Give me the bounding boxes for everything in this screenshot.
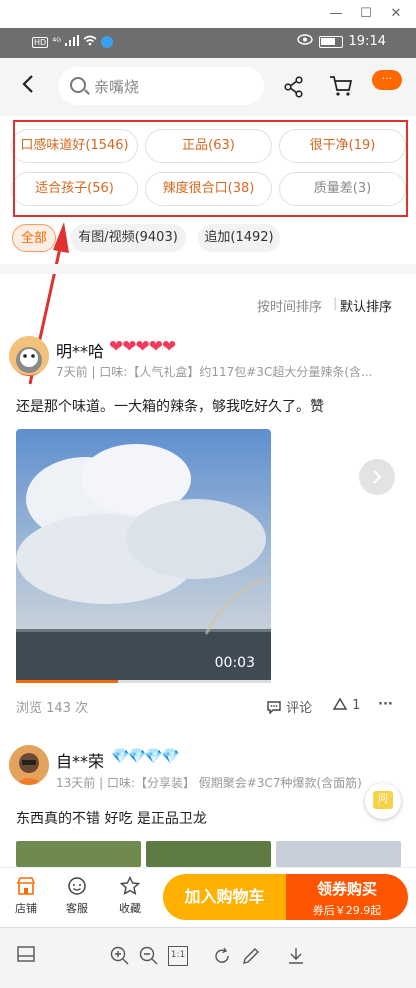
view-count: 浏览 143 次 [16,701,89,716]
actual-size-button[interactable]: 1:1 [168,946,188,966]
like-button[interactable]: 1 [332,697,360,713]
review-more-button[interactable]: ··· [378,697,393,712]
tag-authentic[interactable]: 正品(63) [145,129,272,163]
sort-options: 按时间排序 | 默认排序 [0,294,416,316]
review-video[interactable]: 00:03 [16,429,271,683]
top-navigation-bar: 亲嘴烧 ··· [0,58,416,116]
signal-icon: ⁴ᴳ [52,36,62,48]
like-icon [332,697,348,710]
status-time: 19:14 [348,34,386,49]
hd-network-badge: HD [32,36,49,48]
filter-follow-up[interactable]: 追加(1492) [198,224,280,252]
review-meta: 13天前 | 口味:【分享装】 假期聚会#3C7种爆款(含面筋) [56,776,362,790]
review-text: 还是那个味道。一大箱的辣条，够我吃好久了。赞 [16,399,324,415]
eye-icon [296,34,313,49]
photo-avatar-icon [9,745,49,785]
viewer-toolbar: 1:1 [0,927,416,988]
ask-icon: 问 [373,791,393,809]
filter-all[interactable]: 全部 [12,224,56,252]
tag-kid-friendly[interactable]: 适合孩子(56) [11,172,138,206]
app-notification-icon [101,36,114,48]
next-media-button[interactable] [359,459,395,495]
comment-label: 评论 [286,701,313,716]
search-input[interactable]: 亲嘴烧 [58,67,264,105]
customer-service-button[interactable]: 客服 [57,876,97,916]
buy-with-coupon-button[interactable]: 领券购买 券后￥29.9起 [286,874,408,920]
section-divider [0,264,416,274]
comment-button[interactable]: 评论 [266,697,312,716]
review-text: 东西真的不错 好吃 是正品卫龙 [16,811,207,827]
video-duration: 00:03 [214,655,255,671]
review-tag-cloud: 口感味道好(1546) 正品(63) 很干净(19) 适合孩子(56) 辣度很合… [0,116,416,224]
shop-label: 店铺 [15,902,37,915]
sort-by-time-button[interactable]: 按时间排序 [257,296,322,315]
maximize-icon[interactable]: ☐ [356,4,376,24]
review-photo[interactable] [16,841,141,867]
comment-icon [267,701,281,715]
tag-poor-quality[interactable]: 质量差(3) [279,172,406,206]
shop-icon [16,877,36,895]
review-photo[interactable] [146,841,271,867]
video-progress-bar [16,680,271,683]
more-menu-button[interactable]: ··· [372,70,402,90]
share-icon [284,76,303,98]
chevron-left-icon [22,75,33,93]
download-icon[interactable] [286,946,306,966]
like-count: 1 [352,698,361,713]
close-icon[interactable]: ✕ [386,4,406,24]
shop-button[interactable]: 店铺 [6,876,46,916]
video-thumbnail [16,429,271,683]
wifi-icon [83,35,97,49]
zoom-in-icon[interactable] [110,946,130,966]
heart-level-icon: ❤❤❤❤❤ [109,337,176,357]
filter-with-media[interactable]: 有图/视频(9403) [70,224,186,252]
add-to-cart-button[interactable]: 加入购物车 [163,874,286,920]
sort-separator: | [333,296,338,311]
video-progress-fill [16,680,118,683]
bottom-action-bar: 店铺 客服 收藏 加入购物车 领券购买 券后￥29.9起 [0,867,416,927]
cartoon-avatar-icon [9,336,49,376]
battery-icon [318,35,343,48]
buy-price-label: 券后￥29.9起 [312,904,382,917]
ask-floating-button[interactable]: 问 [365,783,401,819]
favorite-label: 收藏 [119,902,141,915]
avatar[interactable] [9,745,49,785]
customer-service-icon [68,877,86,895]
favorite-button[interactable]: 收藏 [110,876,150,916]
zoom-out-icon[interactable] [139,946,159,966]
cart-button[interactable] [329,75,353,97]
signal-bars-icon [65,35,80,49]
star-icon [120,876,140,896]
minimize-icon[interactable]: — [326,4,346,24]
back-button[interactable] [18,72,44,102]
sort-default-button[interactable]: 默认排序 [340,296,392,315]
share-button[interactable] [283,76,305,98]
status-bar: HD ⁴ᴳ 19:14 [0,28,416,58]
buy-main-label: 领券购买 [316,880,377,898]
rotate-icon[interactable] [212,946,232,966]
chevron-right-icon [373,470,382,484]
reviewer-name: 明**哈 [56,342,105,361]
customer-service-label: 客服 [66,902,88,915]
edit-pencil-icon[interactable] [241,946,261,966]
window-title-bar: — ☐ ✕ [0,0,416,28]
tag-taste-good[interactable]: 口感味道好(1546) [11,129,138,163]
diamond-level-icon: 💎💎💎💎 [111,747,180,765]
tag-spiciness-right[interactable]: 辣度很合口(38) [145,172,272,206]
reviewer-name: 自**荣 [56,752,105,771]
cart-icon [330,76,353,96]
avatar[interactable] [9,336,49,376]
search-icon [70,77,86,93]
review-photo[interactable] [276,841,401,867]
review-meta: 7天前 | 口味:【人气礼盒】约117包#3C超大分量辣条(含... [56,365,373,379]
tag-clean[interactable]: 很干净(19) [279,129,406,163]
layout-icon[interactable] [16,946,36,966]
search-placeholder: 亲嘴烧 [94,78,140,96]
